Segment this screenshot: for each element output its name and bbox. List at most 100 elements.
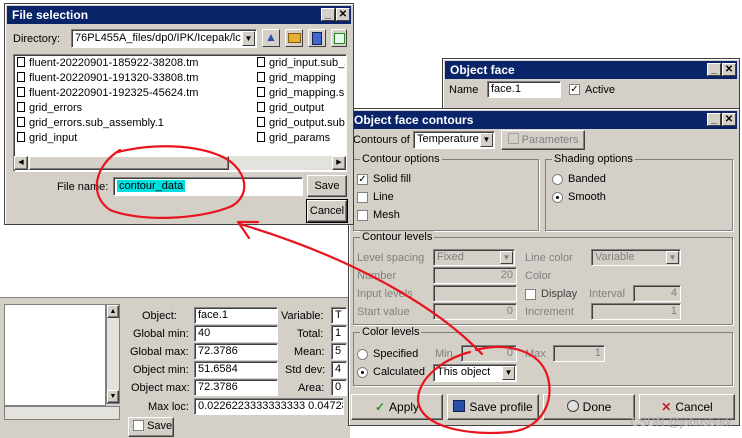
chevron-down-icon[interactable]: ▼ [502,366,515,380]
contours-of-dropdown[interactable]: Temperature ▼ [413,131,495,149]
save-profile-button[interactable]: Save profile [447,394,539,420]
chevron-down-icon[interactable]: ▼ [480,133,493,147]
list-item[interactable]: grid_output [257,101,324,115]
active-checkbox[interactable]: ✓ [569,84,580,95]
refresh-button[interactable] [331,29,347,47]
contours-titlebar: Object face contours _ ✕ [349,111,737,129]
max-field[interactable]: 1 [553,345,605,362]
list-item[interactable]: fluent-20220901-185922-38208.tm [17,56,198,70]
list-item[interactable]: grid_mapping [257,71,336,85]
mean-field[interactable]: 5 [331,343,347,360]
directory-dropdown[interactable]: 76PL455A_files/dp0/IPK/Icepak/lc ▼ [71,29,257,48]
scroll-up-icon[interactable]: ▲ [107,305,119,318]
close-icon[interactable]: ✕ [722,63,736,76]
increment-field[interactable]: 1 [591,303,681,320]
line-checkbox[interactable] [357,192,368,203]
minimize-icon[interactable]: _ [707,63,721,76]
level-spacing-value: Fixed [437,251,464,263]
chevron-down-icon[interactable]: ▼ [666,251,679,264]
area-field[interactable]: 0 [331,379,347,396]
stats-scrollbar[interactable]: ▲ ▼ [106,304,120,404]
max-value: 1 [594,347,601,359]
interval-field[interactable]: 4 [633,285,681,302]
list-item[interactable]: grid_mapping.s [257,86,344,100]
calculated-radio[interactable] [357,367,368,378]
directory-label: Directory: [13,33,61,45]
std-dev-field[interactable]: 4 [331,361,347,378]
save-button[interactable]: Save [307,175,347,197]
level-spacing-dropdown[interactable]: Fixed ▼ [433,249,515,266]
list-item[interactable]: grid_input.sub_a [257,56,345,70]
max-loc-field[interactable]: 0.0226223333333333 0.0472882 [194,398,344,415]
solid-fill-checkbox[interactable]: ✓ [357,174,368,185]
done-icon [566,400,579,412]
min-field[interactable]: 0 [461,345,517,362]
chevron-down-icon[interactable]: ▼ [242,31,255,46]
contours-window: Object face contours _ ✕ Contours of Tem… [348,108,740,426]
close-icon[interactable]: ✕ [722,113,736,126]
directory-value: 76PL455A_files/dp0/IPK/Icepak/lc [75,32,241,44]
object-face-titlebar: Object face _ ✕ [445,61,737,79]
calculated-dropdown[interactable]: This object ▼ [433,364,517,382]
contours-of-value: Temperature [417,133,479,145]
input-levels-field[interactable] [433,285,517,302]
list-item[interactable]: grid_input [17,131,77,145]
document-icon [312,32,322,45]
minimize-icon[interactable]: _ [707,113,721,126]
done-button[interactable]: Done [543,394,635,420]
minimize-icon[interactable]: _ [321,8,335,21]
name-field[interactable]: face.1 [487,81,561,98]
contour-levels-label: Contour levels [360,231,435,243]
smooth-radio[interactable] [552,192,563,203]
scroll-right-icon[interactable]: ▶ [332,156,346,170]
up-folder-button[interactable]: ▲ [262,29,280,47]
scroll-down-icon[interactable]: ▼ [107,390,119,403]
stats-panel: ▲ ▼ Object: face.1 Global min: 40 Global… [0,297,350,438]
color-levels-label: Color levels [360,326,422,338]
scroll-left-icon[interactable]: ◀ [14,156,28,170]
mesh-checkbox[interactable] [357,210,368,221]
file-icon [17,102,25,112]
interval-value: 4 [670,287,677,299]
total-field[interactable]: 1 [331,325,347,342]
list-item[interactable]: fluent-20220901-191320-33808.tm [17,71,198,85]
specified-radio[interactable] [357,349,368,360]
calculated-value: This object [437,366,491,378]
min-value: 0 [506,347,513,359]
display-checkbox[interactable] [525,289,536,300]
file-cancel-button[interactable]: Cancel [306,199,348,223]
list-item[interactable]: grid_errors.sub_assembly.1 [17,116,164,130]
list-item[interactable]: fluent-20220901-192325-45624.tm [17,86,198,100]
object-max-field[interactable]: 72.3786 [194,379,278,396]
global-max-field[interactable]: 72.3786 [194,343,278,360]
variable-field[interactable]: T [331,307,347,324]
variable-label: Variable: [281,310,324,322]
list-item[interactable]: grid_params [257,131,330,145]
contours-title: Object face contours [354,113,474,127]
scroll-thumb[interactable] [29,156,229,170]
close-icon[interactable]: ✕ [336,8,350,21]
input-levels-label: Input levels [357,288,413,300]
apply-button[interactable]: ✓ Apply [351,394,443,420]
refresh-icon [334,33,345,44]
folder-button[interactable] [285,29,303,47]
start-value-field[interactable]: 0 [433,303,517,320]
list-item[interactable]: grid_errors [17,101,82,115]
banded-radio[interactable] [552,174,563,185]
file-list-hscroll[interactable]: ◀ ▶ [14,156,346,170]
chevron-down-icon[interactable]: ▼ [500,251,513,264]
file-name-input[interactable]: contour_data [113,177,303,196]
object-min-field[interactable]: 51.6584 [194,361,278,378]
parameters-button[interactable]: Parameters [501,130,585,150]
new-file-button[interactable] [308,29,326,47]
list-item[interactable]: grid_output.sub [257,116,345,130]
line-color-dropdown[interactable]: Variable ▼ [591,249,681,266]
color-label: Color [525,270,552,282]
stats-save-button[interactable]: Save [128,417,174,437]
object-field[interactable]: face.1 [194,307,278,324]
number-field[interactable]: 20 [433,267,517,284]
apply-label: Apply [389,400,420,414]
global-min-field[interactable]: 40 [194,325,278,342]
increment-value: 1 [670,305,677,317]
stats-hscroll[interactable] [4,406,120,420]
